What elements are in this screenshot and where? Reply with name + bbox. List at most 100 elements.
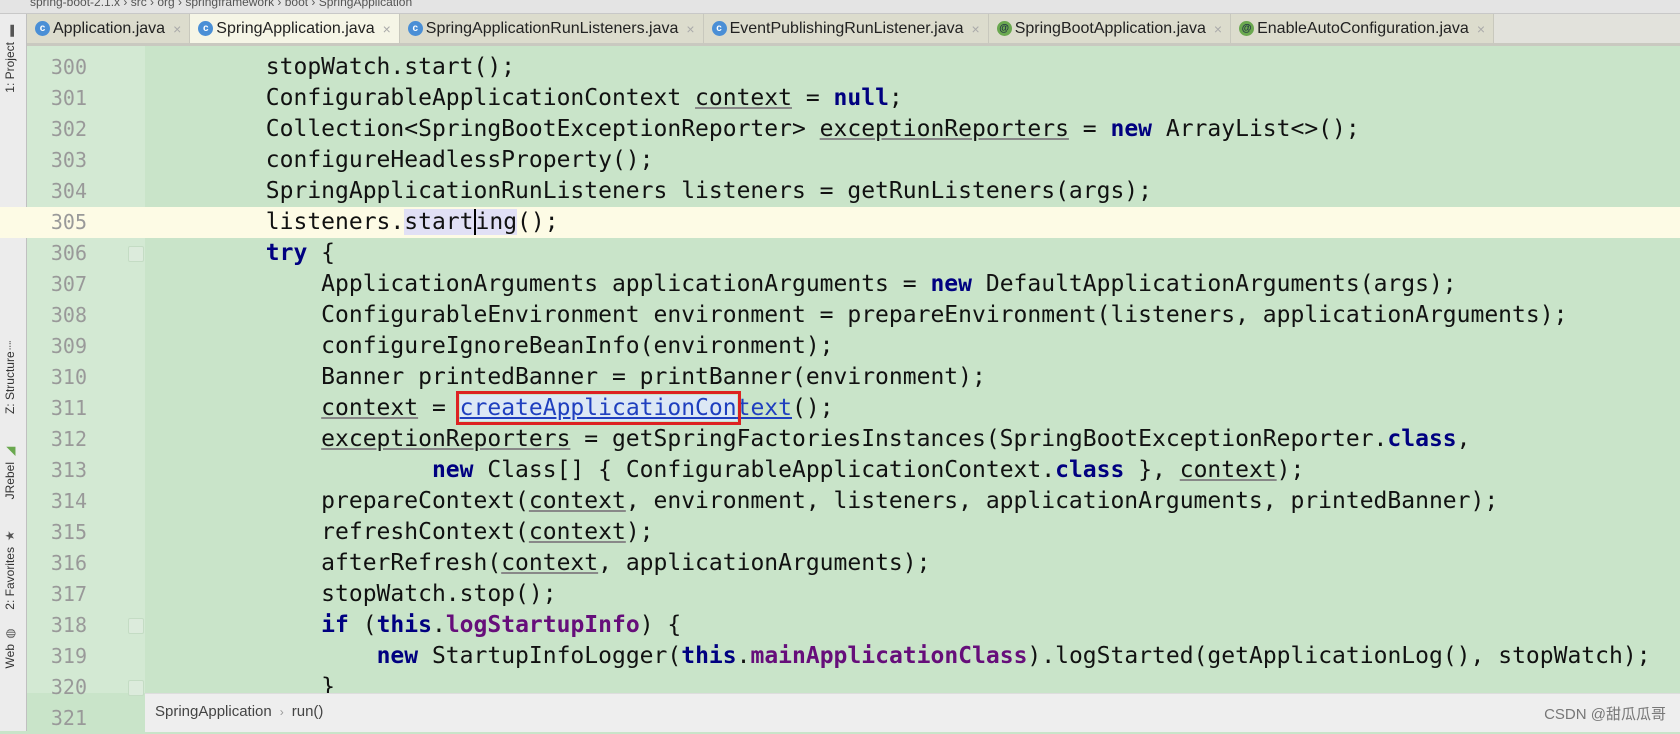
code-token: = xyxy=(418,395,460,421)
tab-label: Application.java xyxy=(53,19,166,37)
fold-marker-icon[interactable] xyxy=(128,680,144,696)
navigation-path[interactable]: spring-boot-2.1.x › src › org › springfr… xyxy=(30,0,412,9)
java-class-icon: c xyxy=(407,21,423,36)
line-number[interactable]: 305 xyxy=(27,207,87,238)
code-token: stopWatch.stop(); xyxy=(155,581,557,607)
code-line[interactable]: 300 stopWatch.start(); xyxy=(0,52,1680,83)
code-token: mainApplicationClass xyxy=(750,643,1028,669)
code-token: ; xyxy=(888,85,903,111)
code-token: afterRefresh( xyxy=(155,550,502,576)
line-number[interactable]: 308 xyxy=(27,300,87,331)
code-token: Banner printedBanner = printBanner(envir… xyxy=(155,364,986,390)
code-line[interactable]: 309 configureIgnoreBeanInfo(environment)… xyxy=(0,331,1680,362)
tab-springapplication[interactable]: c SpringApplication.java × xyxy=(190,14,400,43)
code-text: ConfigurableApplicationContext context =… xyxy=(155,83,903,114)
tab-label: SpringApplicationRunListeners.java xyxy=(425,19,679,37)
tab-springapplicationrunlisteners[interactable]: c SpringApplicationRunListeners.java × xyxy=(399,14,704,43)
breadcrumb-method[interactable]: run() xyxy=(292,703,324,720)
code-token: context xyxy=(528,488,626,514)
line-number[interactable]: 302 xyxy=(27,114,87,145)
tab-application[interactable]: c Application.java × xyxy=(27,14,191,43)
code-text: refreshContext(context); xyxy=(155,517,653,548)
code-token: , applicationArguments); xyxy=(598,550,931,576)
line-number[interactable]: 310 xyxy=(27,362,87,393)
line-number[interactable]: 311 xyxy=(27,393,87,424)
chevron-right-icon: › xyxy=(279,705,284,719)
code-line[interactable]: 315 refreshContext(context); xyxy=(0,517,1680,548)
code-line[interactable]: 307 ApplicationArguments applicationArgu… xyxy=(0,269,1680,300)
line-number[interactable]: 321 xyxy=(27,703,87,734)
close-icon[interactable]: × xyxy=(1477,21,1485,37)
code-line[interactable]: 312 exceptionReporters = getSpringFactor… xyxy=(0,424,1680,455)
tab-label: SpringBootApplication.java xyxy=(1014,19,1206,37)
line-number[interactable]: 320 xyxy=(27,672,87,703)
line-number[interactable]: 315 xyxy=(27,517,87,548)
code-token: refreshContext( xyxy=(155,519,529,545)
line-number[interactable]: 318 xyxy=(27,610,87,641)
annotation-icon: @ xyxy=(1239,21,1255,36)
code-token: prepareContext( xyxy=(155,488,529,514)
code-line[interactable]: 310 Banner printedBanner = printBanner(e… xyxy=(0,362,1680,393)
editor-tabs: c Application.java × c SpringApplication.jav… xyxy=(27,14,1680,46)
tab-eventpublishingrunlistener[interactable]: c EventPublishingRunListener.java × xyxy=(703,14,989,43)
code-token: ( xyxy=(348,612,377,638)
code-token: context xyxy=(501,550,599,576)
code-line[interactable]: 314 prepareContext(context, environment,… xyxy=(0,486,1680,517)
method-link[interactable]: createApplicationCon xyxy=(455,391,741,425)
line-number[interactable]: 313 xyxy=(27,455,87,486)
line-number[interactable]: 301 xyxy=(27,83,87,114)
line-number[interactable]: 316 xyxy=(27,548,87,579)
code-line[interactable]: 305 listeners.starting(); xyxy=(0,207,1680,238)
code-line[interactable]: 319 new StartupInfoLogger(this.mainAppli… xyxy=(0,641,1680,672)
tab-springbootapplication[interactable]: @ SpringBootApplication.java × xyxy=(988,14,1232,43)
code-token: , environment, listeners, applicationArg… xyxy=(625,488,1499,514)
code-line[interactable]: 306 try { xyxy=(0,238,1680,269)
code-line[interactable]: 311 context = createApplicationContext()… xyxy=(0,391,1680,425)
code-text: afterRefresh(context, applicationArgumen… xyxy=(155,548,930,579)
line-number[interactable]: 304 xyxy=(27,176,87,207)
method-link[interactable]: text xyxy=(737,395,792,421)
close-icon[interactable]: × xyxy=(972,21,980,37)
code-text: context = createApplicationContext(); xyxy=(155,391,834,425)
close-icon[interactable]: × xyxy=(686,21,694,37)
code-line[interactable]: 318 if (this.logStartupInfo) { xyxy=(0,610,1680,641)
line-number[interactable]: 314 xyxy=(27,486,87,517)
code-token: DefaultApplicationArguments(args); xyxy=(972,271,1457,297)
fold-marker-icon[interactable] xyxy=(128,618,144,634)
code-token: . xyxy=(431,612,446,638)
code-line[interactable]: 302 Collection<SpringBootExceptionReport… xyxy=(0,114,1680,145)
line-number[interactable]: 306 xyxy=(27,238,87,269)
code-line[interactable]: 313 new Class[] { ConfigurableApplicatio… xyxy=(0,455,1680,486)
code-token: SpringApplicationRunListeners listeners … xyxy=(155,178,1152,204)
close-icon[interactable]: × xyxy=(173,21,181,37)
breadcrumb-class[interactable]: SpringApplication xyxy=(155,703,272,720)
close-icon[interactable]: × xyxy=(383,21,391,37)
tab-enableautoconfiguration[interactable]: @ EnableAutoConfiguration.java × xyxy=(1231,14,1494,43)
keyword-token: this xyxy=(376,612,432,638)
code-token: ConfigurableApplicationContext xyxy=(155,85,696,111)
line-number[interactable]: 303 xyxy=(27,145,87,176)
code-line[interactable]: 316 afterRefresh(context, applicationArg… xyxy=(0,548,1680,579)
line-number[interactable]: 309 xyxy=(27,331,87,362)
code-line[interactable]: 304 SpringApplicationRunListeners listen… xyxy=(0,176,1680,207)
line-number[interactable]: 312 xyxy=(27,424,87,455)
code-text: Banner printedBanner = printBanner(envir… xyxy=(155,362,986,393)
code-token: Class[] { ConfigurableApplicationContext… xyxy=(473,457,1056,483)
line-number[interactable]: 300 xyxy=(27,52,87,83)
code-line[interactable]: 301 ConfigurableApplicationContext conte… xyxy=(0,83,1680,114)
code-line[interactable]: 308 ConfigurableEnvironment environment … xyxy=(0,300,1680,331)
code-line[interactable]: 303 configureHeadlessProperty(); xyxy=(0,145,1680,176)
line-number[interactable]: 307 xyxy=(27,269,87,300)
fold-marker-icon[interactable] xyxy=(128,246,144,262)
line-number[interactable]: 317 xyxy=(27,579,87,610)
code-token: context xyxy=(1179,457,1277,483)
close-icon[interactable]: × xyxy=(1214,21,1222,37)
tab-label: EventPublishingRunListener.java xyxy=(729,19,964,37)
line-number[interactable]: 319 xyxy=(27,641,87,672)
code-line[interactable]: 317 stopWatch.stop(); xyxy=(0,579,1680,610)
tab-label: SpringApplication.java xyxy=(216,19,375,37)
code-token: , xyxy=(1456,426,1471,452)
java-class-icon: c xyxy=(35,21,50,36)
